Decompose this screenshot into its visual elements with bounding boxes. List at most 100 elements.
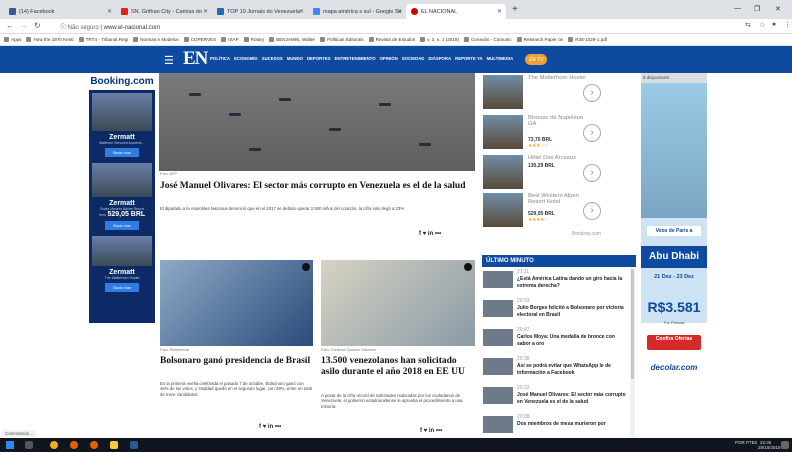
hotel-thumbnail — [483, 193, 523, 227]
bookmark-item[interactable]: TRT4 - Tribunal Regi — [78, 37, 128, 42]
booking-logo: Booking.com — [89, 73, 155, 90]
close-window-button[interactable]: ✕ — [775, 5, 781, 13]
start-icon[interactable] — [6, 441, 14, 449]
decolar-logo: decolar.com — [650, 363, 698, 372]
notification-icon[interactable] — [781, 441, 789, 449]
chevron-right-icon[interactable]: › — [583, 202, 601, 220]
confira-ofertas-button[interactable]: Confira Ofertas — [647, 335, 701, 350]
bookmark-label: R35-1029-1.pdf — [575, 37, 608, 42]
explorer-icon[interactable] — [110, 441, 118, 449]
bookmark-item[interactable]: How the 1970 Kenti — [26, 37, 74, 42]
back-icon[interactable]: ← — [6, 21, 14, 30]
decolar-ad[interactable]: 6 disponíveis Voos de Paris a Abu Dhabi … — [641, 73, 707, 372]
en-tv-button[interactable]: EN TV — [525, 54, 547, 65]
menu-item[interactable]: OPINIÓN — [380, 56, 398, 61]
book-now-button[interactable]: Book now — [105, 221, 139, 230]
tab-jornais[interactable]: TOP 10 Jornais do Venezuela ✕ — [212, 4, 308, 19]
share-icons[interactable]: f ♥ in ••• — [419, 231, 441, 237]
chevron-right-icon[interactable]: › — [583, 164, 601, 182]
news-title: José Manuel Olivares: El sector más corr… — [517, 392, 626, 405]
camera-icon — [302, 263, 310, 271]
news-item[interactable]: 21:11 ¿Está América Latina dando un giro … — [482, 269, 630, 299]
firefox-icon[interactable] — [70, 441, 78, 449]
menu-item[interactable]: ECONOMÍA — [234, 56, 258, 61]
hero-photo[interactable] — [159, 73, 475, 171]
menu-item[interactable]: DEPORTES — [307, 56, 331, 61]
menu-item[interactable]: MULTIMEDIA — [487, 56, 514, 61]
menu-item[interactable]: MUNDO — [287, 56, 303, 61]
booking-ad[interactable]: Booking.com Zermatt Matthorn Serviced Ap… — [89, 73, 155, 323]
news-item[interactable]: 20:38 Así se podrá evitar que WhatsApp le… — [482, 356, 630, 386]
scrollbar-thumb[interactable] — [631, 269, 634, 379]
forward-icon[interactable]: → — [20, 21, 28, 30]
bookmark-item[interactable]: Apps — [4, 37, 21, 42]
tab-shop[interactable]: SN. Grithan City - Camisa do ✕ — [116, 4, 212, 19]
bookmark-item[interactable]: Revista de Estudos — [368, 37, 415, 42]
bookmark-item[interactable]: ISAP — [221, 37, 239, 42]
close-icon[interactable]: ✕ — [203, 8, 208, 15]
news-item[interactable]: 20:53 Julio Borges felicitó a Bolsonaro p… — [482, 298, 630, 328]
book-now-button[interactable]: Book now — [105, 283, 139, 292]
hero-headline[interactable]: José Manuel Olivares: El sector más corr… — [160, 181, 476, 192]
minimize-button[interactable]: — — [734, 5, 741, 12]
bookmark-item[interactable]: Research Paper on — [516, 37, 563, 42]
hotel-card[interactable]: Bivouac de Napoléon GA 73,70 BRL ★★★☆☆ › — [482, 113, 634, 151]
bookmark-item[interactable]: BENJAMIN, Walter — [269, 37, 315, 42]
firefox-icon[interactable] — [90, 441, 98, 449]
bookmark-item[interactable]: Conexão - Comunic — [464, 37, 512, 42]
maximize-button[interactable]: ❐ — [754, 5, 760, 13]
close-icon[interactable]: ✕ — [497, 8, 502, 15]
menu-item[interactable]: REPORTE YA — [455, 56, 482, 61]
menu-item[interactable]: SOCIEDAD — [402, 56, 425, 61]
bookmark-item[interactable]: COPERVES — [183, 37, 216, 42]
hotel-card[interactable]: The Matterhorn Hostel › — [482, 73, 634, 111]
camera-icon — [464, 263, 472, 271]
tab-facebook[interactable]: (14) Facebook ✕ — [4, 4, 116, 19]
profile-icon[interactable]: ● — [772, 21, 776, 28]
facebook-icon — [9, 8, 16, 15]
menu-icon[interactable]: ⋮ — [784, 21, 791, 29]
news-thumbnail — [483, 358, 513, 375]
task-view-icon[interactable] — [25, 441, 33, 449]
menu-item[interactable]: POLÍTICA — [210, 56, 230, 61]
news-scrollbar[interactable] — [630, 267, 635, 437]
news-item[interactable]: 20:47 Carlos Moya: Una medalla de bronce … — [482, 327, 630, 357]
hotel-card[interactable]: Hôtel Des Arceaux 130,29 BRL › — [482, 153, 634, 191]
bookmark-item[interactable]: Políticas Editorais — [320, 37, 364, 42]
bolsonaro-photo[interactable] — [160, 260, 313, 346]
reload-icon[interactable]: ↻ — [34, 21, 41, 30]
bookmark-item[interactable]: Normas e Modelos — [133, 37, 179, 42]
site-logo[interactable]: EN — [183, 48, 208, 70]
clock-date[interactable]: 28/10/2018 — [758, 445, 781, 450]
tab-google[interactable]: mapa américa s sul - Google Se ✕ — [308, 4, 406, 19]
chrome-icon[interactable] — [50, 441, 58, 449]
book-now-button[interactable]: Book now — [105, 148, 139, 157]
hotel-card[interactable]: Best Western Alpen Resort Hotel 529,05 B… — [482, 191, 634, 229]
tab-el-nacional[interactable]: EL NACIONAL ✕ — [406, 4, 506, 19]
share-icons[interactable]: f ♥ in ••• — [420, 428, 442, 434]
chevron-right-icon[interactable]: › — [583, 84, 601, 102]
bookmark-item[interactable]: Rotary — [243, 37, 264, 42]
close-icon[interactable]: ✕ — [397, 8, 402, 15]
bookmark-item[interactable]: v. 3, n. 1 (2018) — [420, 37, 459, 42]
url-field[interactable]: ⓘ Não seguro | www.el-nacional.com — [60, 22, 160, 31]
star-icon[interactable]: ☆ — [759, 21, 765, 29]
close-icon[interactable]: ✕ — [107, 8, 112, 15]
booking-footer[interactable]: Booking.com — [572, 231, 601, 237]
language-indicator[interactable]: POR PTB2 — [735, 440, 757, 445]
share-icons[interactable]: f ♥ in ••• — [259, 424, 281, 430]
word-icon[interactable] — [130, 441, 138, 449]
article-headline[interactable]: Bolsonaro ganó presidencia de Brasil — [160, 356, 313, 367]
visa-photo[interactable] — [321, 260, 475, 346]
new-tab-button[interactable]: + — [512, 4, 518, 15]
news-item[interactable]: 20:22 José Manuel Olivares: El sector más… — [482, 385, 630, 415]
menu-item[interactable]: DIÁSPORA — [428, 56, 451, 61]
chevron-right-icon[interactable]: › — [583, 124, 601, 142]
article-headline[interactable]: 13.500 venezolanos han solicitado asilo … — [321, 356, 475, 378]
hamburger-icon[interactable]: ☰ — [164, 54, 174, 67]
close-icon[interactable]: ✕ — [299, 8, 304, 15]
bookmark-item[interactable]: R35-1029-1.pdf — [568, 37, 607, 42]
menu-item[interactable]: ENTRETENIMIENTO — [335, 56, 376, 61]
translate-icon[interactable]: ⇆ — [745, 21, 751, 29]
menu-item[interactable]: SUCESOS — [262, 56, 283, 61]
